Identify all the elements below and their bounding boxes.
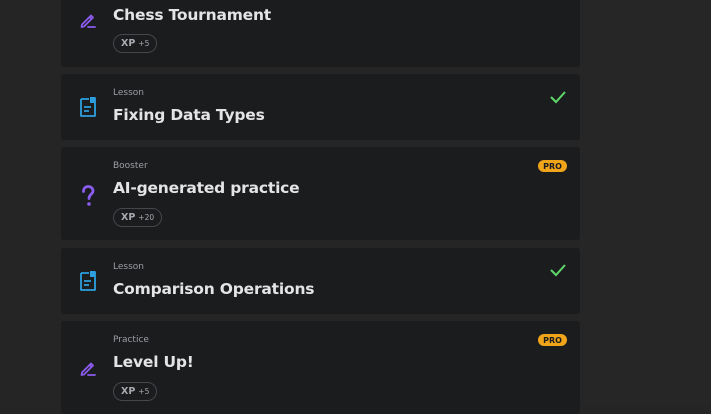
item-title: Level Up! — [113, 353, 194, 371]
document-icon — [78, 96, 98, 118]
xp-label: XP — [121, 212, 136, 223]
xp-badge: XP +5 — [113, 382, 158, 401]
item-type: Lesson — [113, 88, 144, 98]
item-title: Fixing Data Types — [113, 106, 265, 124]
document-icon — [78, 270, 98, 292]
check-icon — [550, 91, 566, 104]
xp-badge: XP +5 — [113, 34, 158, 53]
item-type: Booster — [113, 161, 148, 171]
item-title: Comparison Operations — [113, 280, 315, 298]
pencil-icon — [78, 357, 98, 379]
list-item-level-up[interactable]: Practice Level Up! XP +5 PRO — [61, 321, 580, 414]
question-mark-icon — [78, 185, 98, 207]
xp-label: XP — [121, 38, 136, 49]
xp-value: +5 — [138, 387, 150, 396]
item-title: AI-generated practice — [113, 179, 300, 197]
item-title: Chess Tournament — [113, 6, 272, 24]
xp-value: +20 — [138, 213, 155, 222]
list-item-chess-tournament[interactable]: Chess Tournament XP +5 — [61, 0, 580, 67]
check-icon — [550, 264, 566, 277]
list-item-fixing-data-types[interactable]: Lesson Fixing Data Types — [61, 74, 580, 140]
item-type: Practice — [113, 335, 149, 345]
right-panel — [580, 0, 711, 404]
item-type: Lesson — [113, 262, 144, 272]
list-item-ai-generated-practice[interactable]: Booster AI-generated practice XP +20 PRO — [61, 147, 580, 240]
list-item-comparison-operations[interactable]: Lesson Comparison Operations — [61, 248, 580, 314]
xp-badge: XP +20 — [113, 208, 163, 227]
pencil-icon — [78, 9, 98, 31]
pro-badge: PRO — [538, 334, 567, 346]
xp-label: XP — [121, 386, 136, 397]
pro-badge: PRO — [538, 160, 567, 172]
learning-path-list: Chess Tournament XP +5 Lesson Fixing Dat… — [61, 0, 580, 414]
xp-value: +5 — [138, 39, 150, 48]
